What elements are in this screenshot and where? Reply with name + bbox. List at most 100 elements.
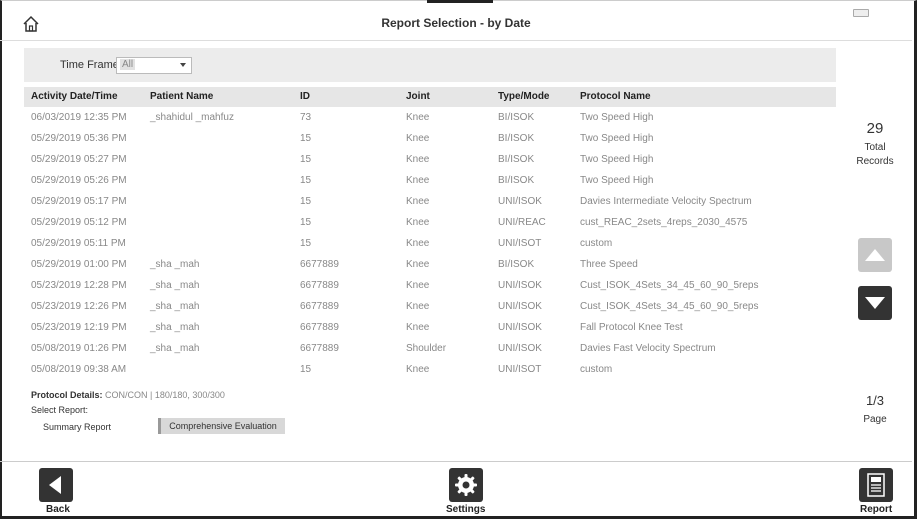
- column-header-patient-name[interactable]: Patient Name: [150, 91, 213, 102]
- table-row[interactable]: 05/23/2019 12:19 PM _sha _mah 6677889 Knee U…: [24, 317, 836, 338]
- cell-activity-date: 05/29/2019 05:27 PM: [31, 154, 127, 165]
- cell-id: 6677889: [300, 322, 339, 333]
- gear-icon: [455, 474, 477, 496]
- comprehensive-evaluation-option[interactable]: Comprehensive Evaluation: [158, 418, 285, 434]
- cell-id: 6677889: [300, 343, 339, 354]
- title-bar: Report Selection - by Date: [0, 3, 912, 41]
- back-label: Back: [46, 504, 70, 515]
- cell-id: 15: [300, 238, 312, 249]
- table-row[interactable]: 05/29/2019 05:11 PM 15 Knee UNI/ISOT custom: [24, 233, 836, 254]
- table-row[interactable]: 05/23/2019 12:28 PM _sha _mah 6677889 Knee U…: [24, 275, 836, 296]
- table-row[interactable]: 05/08/2019 01:26 PM _sha _mah 6677889 Shoul…: [24, 338, 836, 359]
- cell-type-mode: BI/ISOK: [498, 154, 535, 165]
- cell-protocol-name: Davies Intermediate Velocity Spectrum: [580, 196, 752, 207]
- cell-protocol-name: Two Speed High: [580, 154, 654, 165]
- cell-protocol-name: cust_REAC_2sets_4reps_2030_4575: [580, 217, 748, 228]
- table-row[interactable]: 05/29/2019 05:36 PM 15 Knee BI/ISOK Two Spee…: [24, 128, 836, 149]
- table-row[interactable]: 05/08/2019 09:38 AM 15 Knee UNI/ISOT custom: [24, 359, 836, 380]
- table-row[interactable]: 05/29/2019 01:00 PM _sha _mah 6677889 Knee B…: [24, 254, 836, 275]
- cell-type-mode: UNI/ISOK: [498, 301, 542, 312]
- cell-joint: Knee: [406, 301, 430, 312]
- cell-joint: Knee: [406, 133, 430, 144]
- cell-activity-date: 05/29/2019 05:17 PM: [31, 196, 127, 207]
- summary-report-option[interactable]: Summary Report: [43, 422, 111, 432]
- cell-id: 15: [300, 175, 312, 186]
- column-header-protocol-name[interactable]: Protocol Name: [580, 91, 651, 102]
- cell-joint: Knee: [406, 280, 430, 291]
- cell-protocol-name: Two Speed High: [580, 112, 654, 123]
- cell-activity-date: 05/29/2019 01:00 PM: [31, 259, 127, 270]
- column-header-joint[interactable]: Joint: [406, 91, 430, 102]
- cell-id: 15: [300, 154, 312, 165]
- scroll-up-button[interactable]: [858, 238, 892, 272]
- cell-protocol-name: Two Speed High: [580, 175, 654, 186]
- table-row[interactable]: 06/03/2019 12:35 PM _shahidul _mahfuz 73 Kn…: [24, 107, 836, 128]
- column-header-activity-date[interactable]: Activity Date/Time: [31, 91, 118, 102]
- time-frame-value: All: [120, 59, 136, 70]
- records-table: Activity Date/Time Patient Name ID Joint…: [24, 87, 836, 380]
- table-row[interactable]: 05/29/2019 05:17 PM 15 Knee UNI/ISOK Davies …: [24, 191, 836, 212]
- window-icon[interactable]: [853, 9, 869, 17]
- cell-type-mode: BI/ISOK: [498, 133, 535, 144]
- page-indicator: 1/3: [865, 393, 885, 408]
- cell-type-mode: UNI/REAC: [498, 217, 546, 228]
- column-header-type-mode[interactable]: Type/Mode: [498, 91, 549, 102]
- cell-type-mode: UNI/ISOT: [498, 364, 542, 375]
- cell-id: 15: [300, 217, 312, 228]
- bottom-toolbar: Back Settings Report: [0, 461, 912, 517]
- cell-type-mode: UNI/ISOK: [498, 322, 542, 333]
- triangle-down-icon: [865, 297, 885, 309]
- cell-activity-date: 05/29/2019 05:11 PM: [31, 238, 126, 249]
- cell-protocol-name: custom: [580, 238, 613, 249]
- cell-joint: Knee: [406, 322, 430, 333]
- cell-joint: Knee: [406, 112, 430, 123]
- scroll-down-button[interactable]: [858, 286, 892, 320]
- cell-joint: Knee: [406, 196, 430, 207]
- time-frame-select[interactable]: All: [116, 57, 192, 74]
- cell-activity-date: 05/29/2019 05:26 PM: [31, 175, 127, 186]
- settings-label: Settings: [446, 504, 486, 515]
- chevron-down-icon: [180, 63, 186, 67]
- table-body: 06/03/2019 12:35 PM _shahidul _mahfuz 73 Kn…: [24, 107, 836, 380]
- cell-joint: Shoulder: [406, 343, 447, 354]
- cell-protocol-name: Cust_ISOK_4Sets_34_45_60_90_5reps: [580, 280, 759, 291]
- cell-activity-date: 05/08/2019 09:38 AM: [31, 364, 127, 375]
- cell-activity-date: 05/23/2019 12:26 PM: [31, 301, 127, 312]
- cell-patient-name: _shahidul _mahfuz: [150, 112, 234, 123]
- cell-type-mode: BI/ISOK: [498, 259, 535, 270]
- total-records-label-2: Records: [856, 156, 894, 167]
- cell-patient-name: _sha _mah: [150, 280, 200, 291]
- cell-patient-name: _sha _mah: [150, 301, 200, 312]
- cell-protocol-name: custom: [580, 364, 613, 375]
- table-row[interactable]: 05/23/2019 12:26 PM _sha _mah 6677889 Knee U…: [24, 296, 836, 317]
- page-label: Page: [863, 414, 887, 425]
- cell-id: 15: [300, 196, 312, 207]
- cell-joint: Knee: [406, 217, 430, 228]
- time-frame-label: Time Frame:: [60, 59, 122, 71]
- triangle-left-icon: [49, 476, 61, 494]
- total-records-label: Total: [864, 142, 886, 153]
- cell-patient-name: _sha _mah: [150, 322, 200, 333]
- column-header-id[interactable]: ID: [300, 91, 310, 102]
- cell-id: 15: [300, 133, 312, 144]
- table-row[interactable]: 05/29/2019 05:12 PM 15 Knee UNI/REAC cust_RE…: [24, 212, 836, 233]
- cell-activity-date: 05/23/2019 12:28 PM: [31, 280, 127, 291]
- filter-bar: Time Frame: All: [24, 48, 836, 82]
- page-title: Report Selection - by Date: [381, 16, 531, 30]
- back-button[interactable]: [39, 468, 73, 502]
- table-row[interactable]: 05/29/2019 05:27 PM 15 Knee BI/ISOK Two Spee…: [24, 149, 836, 170]
- cell-id: 6677889: [300, 301, 339, 312]
- cell-joint: Knee: [406, 238, 430, 249]
- cell-protocol-name: Cust_ISOK_4Sets_34_45_60_90_5reps: [580, 301, 759, 312]
- cell-id: 6677889: [300, 259, 339, 270]
- triangle-up-icon: [865, 249, 885, 261]
- protocol-details-label: Protocol Details:: [31, 390, 103, 400]
- cell-protocol-name: Three Speed: [580, 259, 638, 270]
- cell-type-mode: BI/ISOK: [498, 175, 535, 186]
- report-button[interactable]: [859, 468, 893, 502]
- cell-activity-date: 05/08/2019 01:26 PM: [31, 343, 127, 354]
- protocol-details-value: CON/CON | 180/180, 300/300: [105, 390, 225, 400]
- settings-button[interactable]: [449, 468, 483, 502]
- table-row[interactable]: 05/29/2019 05:26 PM 15 Knee BI/ISOK Two Spee…: [24, 170, 836, 191]
- cell-id: 15: [300, 364, 312, 375]
